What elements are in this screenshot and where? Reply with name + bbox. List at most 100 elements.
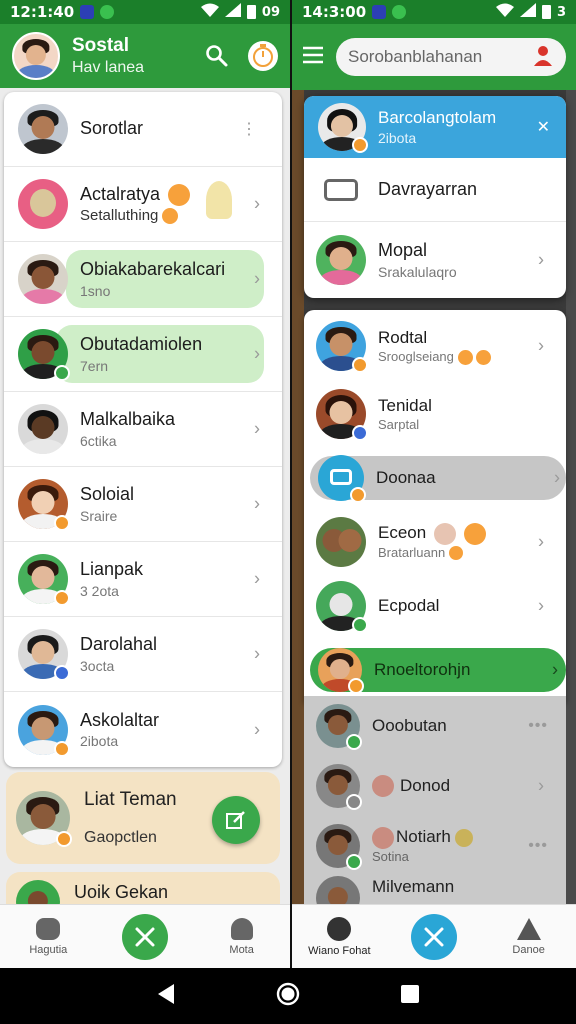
chevron-right-icon: › <box>538 775 544 796</box>
chat-subtitle: Bratarluann <box>378 544 446 560</box>
chat-row[interactable]: Malkalbaika 6ctika › <box>4 392 282 467</box>
chat-subtitle: 6ctika <box>80 432 117 449</box>
battery-level: 3 <box>556 4 566 20</box>
wifi-icon <box>200 3 219 21</box>
edit-icon <box>226 811 245 829</box>
chat-name: Askolaltar <box>80 709 160 730</box>
tools-icon <box>121 913 168 960</box>
status-bar: 12:1:40 09 <box>0 0 290 24</box>
status-time: 12:1:40 <box>10 3 75 21</box>
presence-icon <box>56 831 72 847</box>
chat-row[interactable]: Actalratya Setalluthing › <box>4 167 282 242</box>
person-icon <box>230 917 253 940</box>
chat-row[interactable]: Milvemann <box>304 876 566 904</box>
more-icon[interactable]: ••• <box>528 717 548 735</box>
chevron-right-icon: › <box>254 268 260 289</box>
chat-row[interactable]: Ecpodal › <box>304 574 566 638</box>
bottom-nav: Hagutia Mota <box>0 904 290 968</box>
nav-label: Wiano Fohat <box>308 944 371 957</box>
search-bar: Sorobanblahanan <box>292 24 576 90</box>
emoji-icon <box>372 826 394 849</box>
menu-icon[interactable] <box>302 46 324 69</box>
notification-icon <box>80 5 95 19</box>
bulb-icon <box>206 181 232 219</box>
presence-icon <box>352 137 368 153</box>
presence-icon <box>352 617 368 633</box>
timer-icon[interactable] <box>248 41 278 71</box>
chevron-right-icon: › <box>538 595 544 616</box>
nav-center[interactable] <box>399 913 469 960</box>
chat-name: Rodtal <box>378 327 428 347</box>
compose-button[interactable] <box>212 796 260 844</box>
more-icon[interactable]: ⋮ <box>241 119 258 139</box>
notification-icon <box>372 5 387 19</box>
chat-row[interactable]: Rnoeltorohjn › <box>304 638 566 702</box>
chat-row[interactable]: Askolaltar 2ibota › <box>4 692 282 767</box>
chat-row[interactable]: Tenidal Sarptal <box>304 382 566 446</box>
chat-row[interactable]: Obiakabarekalcari 1sno › <box>4 242 282 317</box>
chat-row[interactable]: Soloial Sraire › <box>4 467 282 542</box>
emoji-icon <box>168 183 191 206</box>
signal-icon <box>224 3 241 21</box>
nav-danoe[interactable]: Danoe <box>494 917 564 956</box>
avatar <box>316 389 368 441</box>
chat-row[interactable]: Donod › <box>304 756 566 816</box>
back-icon[interactable] <box>156 983 176 1010</box>
chevron-right-icon: › <box>538 531 544 552</box>
chat-row[interactable]: Darolahal 3octa › <box>4 617 282 692</box>
avatar <box>18 254 68 304</box>
home-icon[interactable] <box>276 982 300 1011</box>
promo-title: Liat Teman <box>84 789 177 810</box>
chat-subtitle: 2ibota <box>80 733 119 750</box>
chat-name: Sorotlar <box>80 118 144 139</box>
emoji-icon <box>464 522 487 545</box>
avatar <box>18 479 70 531</box>
popup-contact-row[interactable]: Mopal Srakalulaqro › <box>304 222 566 298</box>
popup-action[interactable]: Davrayarran <box>304 158 566 222</box>
avatar <box>316 581 368 633</box>
chat-name: Soloial <box>80 484 135 505</box>
battery-icon <box>541 5 551 19</box>
chat-row[interactable]: Obutadamiolen 7ern › <box>4 317 282 392</box>
chevron-right-icon: › <box>254 643 260 664</box>
chevron-right-icon: › <box>538 335 544 356</box>
chat-name: Malkalbaika <box>80 409 176 430</box>
presence-icon <box>54 740 70 757</box>
avatar <box>18 179 68 229</box>
profile-avatar[interactable] <box>12 32 60 80</box>
avatar <box>316 764 362 810</box>
search-input[interactable]: Sorobanblahanan <box>336 38 566 76</box>
chat-subtitle: 7ern <box>80 357 109 374</box>
nav-label: Hagutia <box>29 943 68 956</box>
find-friends-card[interactable]: Liat Teman Gaopctlen <box>6 772 280 864</box>
avatar <box>316 704 362 750</box>
chat-subtitle: Sarptal <box>378 416 420 432</box>
shield-icon <box>392 5 407 19</box>
nav-wiano[interactable]: Wiano Fohat <box>304 916 374 957</box>
nav-home[interactable]: Hagutia <box>13 917 83 956</box>
nav-center[interactable] <box>110 913 180 960</box>
chat-name: Ooobutan <box>372 715 447 735</box>
chat-row[interactable]: Ooobutan ••• <box>304 696 566 756</box>
emoji-icon <box>162 207 179 224</box>
emoji-icon <box>457 349 473 365</box>
chat-row[interactable]: Sorotlar ⋮ <box>4 92 282 167</box>
more-icon[interactable]: ••• <box>528 837 548 855</box>
chat-row[interactable]: Rodtal Srooglseiang › <box>304 310 566 382</box>
nav-profile[interactable]: Mota <box>207 917 277 956</box>
chat-subtitle: 1sno <box>80 282 111 299</box>
chevron-right-icon: › <box>554 467 560 488</box>
chat-row[interactable]: Doonaa › <box>304 446 566 510</box>
chat-subtitle: 3 2ota <box>80 582 119 599</box>
user-icon[interactable] <box>532 44 554 71</box>
chevron-right-icon: › <box>254 343 260 364</box>
search-icon[interactable] <box>202 41 232 71</box>
chat-row[interactable]: Lianpak 3 2ota › <box>4 542 282 617</box>
recents-icon[interactable] <box>400 984 420 1009</box>
app-bar: Sostal Hav lanea <box>0 24 290 88</box>
chat-subtitle: Srooglseiang <box>378 348 454 364</box>
avatar <box>316 517 366 567</box>
chat-row[interactable]: Notiarh Sotina ••• <box>304 816 566 876</box>
close-icon[interactable]: ✕ <box>537 117 550 137</box>
chat-row[interactable]: Eceon Bratarluann › <box>304 510 566 574</box>
